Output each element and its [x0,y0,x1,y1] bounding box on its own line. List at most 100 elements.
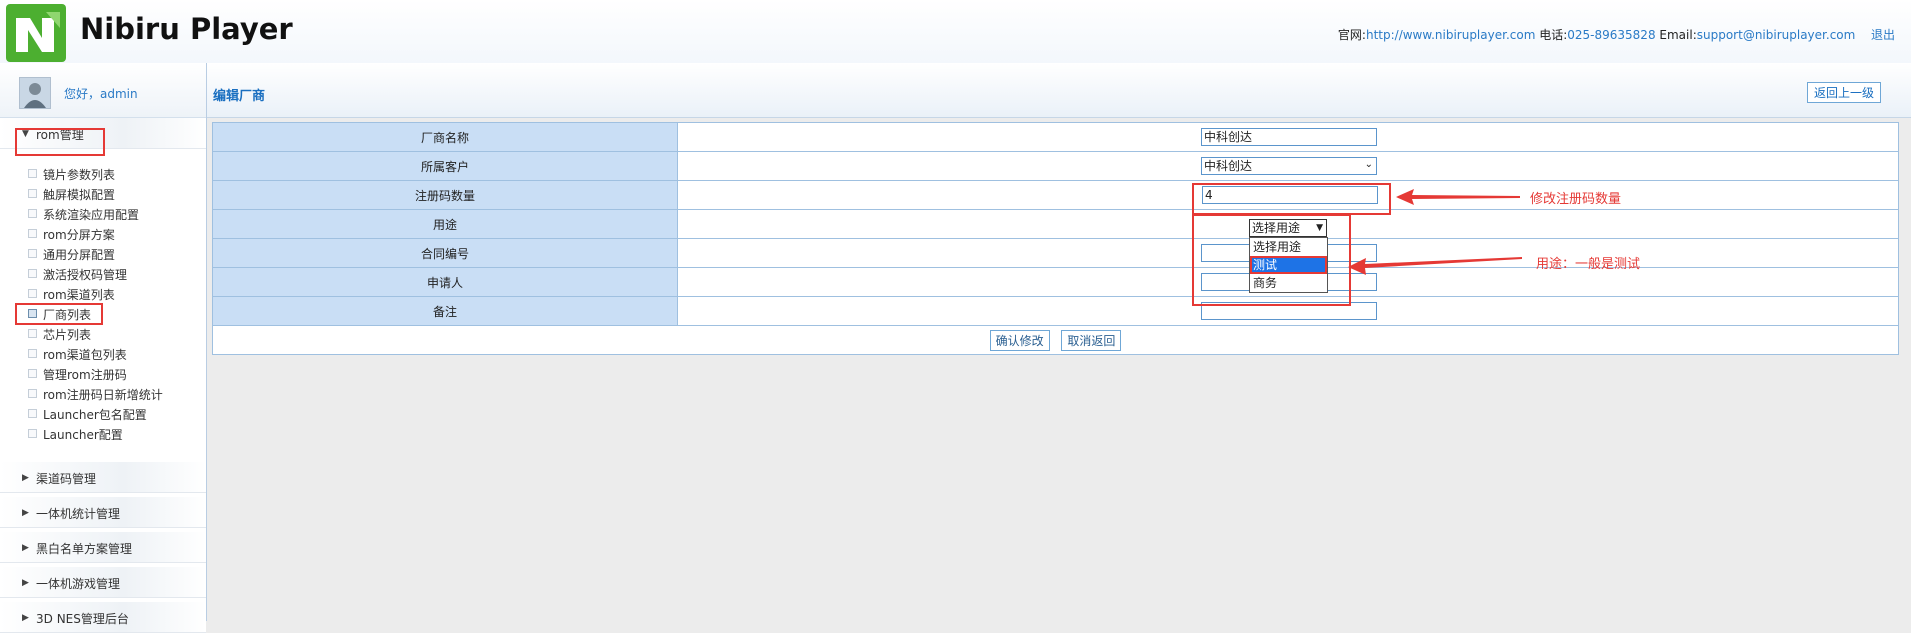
sidebar-item-label: 通用分屏配置 [43,248,116,262]
group-head-aio-games[interactable]: ▶ 一体机游戏管理 [0,567,206,598]
square-bullet-icon [28,369,37,378]
form-buttons-row: 确认修改 取消返回 [212,325,1899,355]
field-label: 厂商名称 [212,122,678,152]
annotation-purpose: 用途：一般是测试 [1536,257,1641,272]
arrow-left-icon [1348,257,1522,275]
logout-link[interactable]: 退出 [1871,28,1895,42]
confirm-button[interactable]: 确认修改 [989,329,1050,351]
sidebar-item-label: 镜片参数列表 [43,168,116,182]
menu-group-3d-nes: ▶ 3D NES管理后台 [0,602,206,633]
sidebar-item-label: rom分屏方案 [43,228,115,242]
sidebar-item[interactable]: rom分屏方案 [0,223,206,243]
user-bar: 您好，admin [0,63,206,118]
square-bullet-icon [28,269,37,278]
phone-label: 电话: [1539,28,1568,42]
highlight-box-reg-count [1192,183,1391,215]
sidebar-item[interactable]: 管理rom注册码 [0,363,206,383]
sidebar-item-label: Launcher配置 [43,428,123,442]
caret-right-icon: ▶ [22,578,29,588]
square-bullet-icon [28,429,37,438]
menu-group-channel-code: ▶ 渠道码管理 [0,462,206,493]
site-label: 官网: [1337,28,1366,42]
sidebar-item-label: 激活授权码管理 [43,268,128,282]
sidebar-item-label: rom渠道包列表 [43,348,127,362]
sidebar-item[interactable]: rom渠道包列表 [0,343,206,363]
group-label: 黑白名单方案管理 [36,542,133,556]
back-button[interactable]: 返回上一级 [1806,82,1881,103]
sidebar-item-label: 触屏模拟配置 [43,188,116,202]
top-header: Nibiru Player 官网:http://www.nibiruplayer… [0,0,1911,64]
group-label: 渠道码管理 [36,472,97,486]
field-label: 申请人 [212,267,678,297]
sidebar-item-label: 管理rom注册码 [43,368,127,382]
annotation-reg-count: 修改注册码数量 [1530,192,1622,207]
email-link[interactable]: support@nibiruplayer.com [1697,28,1856,42]
square-bullet-icon [28,229,37,238]
highlight-box-vendor-list [15,303,103,325]
sidebar-item-label: 芯片列表 [43,328,92,342]
square-bullet-icon [28,329,37,338]
sidebar-item[interactable]: rom渠道列表 [0,283,206,303]
square-bullet-icon [28,289,37,298]
sidebar-item[interactable]: 触屏模拟配置 [0,183,206,203]
form-row-remark: 备注 [212,296,1899,326]
vendor-name-input[interactable]: 中科创达 [1201,128,1377,146]
form-row-contract-no: 合同编号 [212,238,1899,268]
form-row-vendor-name: 厂商名称 中科创达 [212,122,1899,152]
form-row-purpose: 用途 [212,209,1899,239]
contact-info: 官网:http://www.nibiruplayer.com 电话:025-89… [1338,26,1895,43]
sidebar-item[interactable]: Launcher配置 [0,423,206,443]
field-label: 用途 [212,209,678,239]
square-bullet-icon [28,209,37,218]
square-bullet-icon [28,349,37,358]
sidebar-item[interactable]: Launcher包名配置 [0,403,206,423]
sidebar-item[interactable]: 通用分屏配置 [0,243,206,263]
chevron-down-icon: ⌄ [1364,159,1373,170]
square-bullet-icon [28,409,37,418]
sidebar-item-label: 系统渲染应用配置 [43,208,140,222]
nibiru-logo-icon [6,4,66,62]
cancel-button[interactable]: 取消返回 [1061,329,1122,351]
sidebar-item[interactable]: 芯片列表 [0,323,206,343]
group-label: 3D NES管理后台 [36,612,129,626]
sidebar-item[interactable]: 系统渲染应用配置 [0,203,206,223]
menu-group-aio-stats: ▶ 一体机统计管理 [0,497,206,528]
square-bullet-icon [28,169,37,178]
page-title: 编辑厂商 [213,89,266,104]
form-row-applicant: 申请人 [212,267,1899,297]
group-head-channel-code[interactable]: ▶ 渠道码管理 [0,462,206,493]
square-bullet-icon [28,249,37,258]
group-head-blacklist[interactable]: ▶ 黑白名单方案管理 [0,532,206,563]
sidebar-item[interactable]: 镜片参数列表 [0,163,206,183]
site-link[interactable]: http://www.nibiruplayer.com [1366,28,1535,42]
highlight-box-purpose [1192,214,1351,306]
main-title-bar: 编辑厂商 返回上一级 [207,63,1911,118]
menu-group-blacklist: ▶ 黑白名单方案管理 [0,532,206,563]
customer-select-value: 中科创达 [1204,159,1253,173]
sidebar-item-label: rom注册码日新增统计 [43,388,163,402]
caret-right-icon: ▶ [22,473,29,483]
field-label: 注册码数量 [212,180,678,210]
user-greeting: 您好，admin [64,87,138,101]
sidebar-item-label: Launcher包名配置 [43,408,147,422]
sidebar-item[interactable]: 激活授权码管理 [0,263,206,283]
email-label: Email: [1659,28,1697,42]
sidebar-item-label: rom渠道列表 [43,288,115,302]
field-label: 所属客户 [212,151,678,181]
field-label: 合同编号 [212,238,678,268]
square-bullet-icon [28,389,37,398]
form-row-customer: 所属客户 中科创达 ⌄ [212,151,1899,181]
edit-vendor-form: 厂商名称 中科创达 所属客户 中科创达 ⌄ 注册码数量 4 用途 合同编号 申请人… [212,122,1899,355]
sidebar-item[interactable]: rom注册码日新增统计 [0,383,206,403]
phone-number: 025-89635828 [1567,28,1656,42]
customer-select[interactable]: 中科创达 ⌄ [1201,157,1377,175]
group-head-3d-nes[interactable]: ▶ 3D NES管理后台 [0,602,206,633]
caret-right-icon: ▶ [22,508,29,518]
menu-group-aio-games: ▶ 一体机游戏管理 [0,567,206,598]
group-label: 一体机统计管理 [36,507,121,521]
form-row-reg-count: 注册码数量 4 [212,180,1899,210]
field-label: 备注 [212,296,678,326]
arrow-left-icon [1396,189,1520,205]
brand-name: Nibiru Player [80,12,293,46]
group-head-aio-stats[interactable]: ▶ 一体机统计管理 [0,497,206,528]
